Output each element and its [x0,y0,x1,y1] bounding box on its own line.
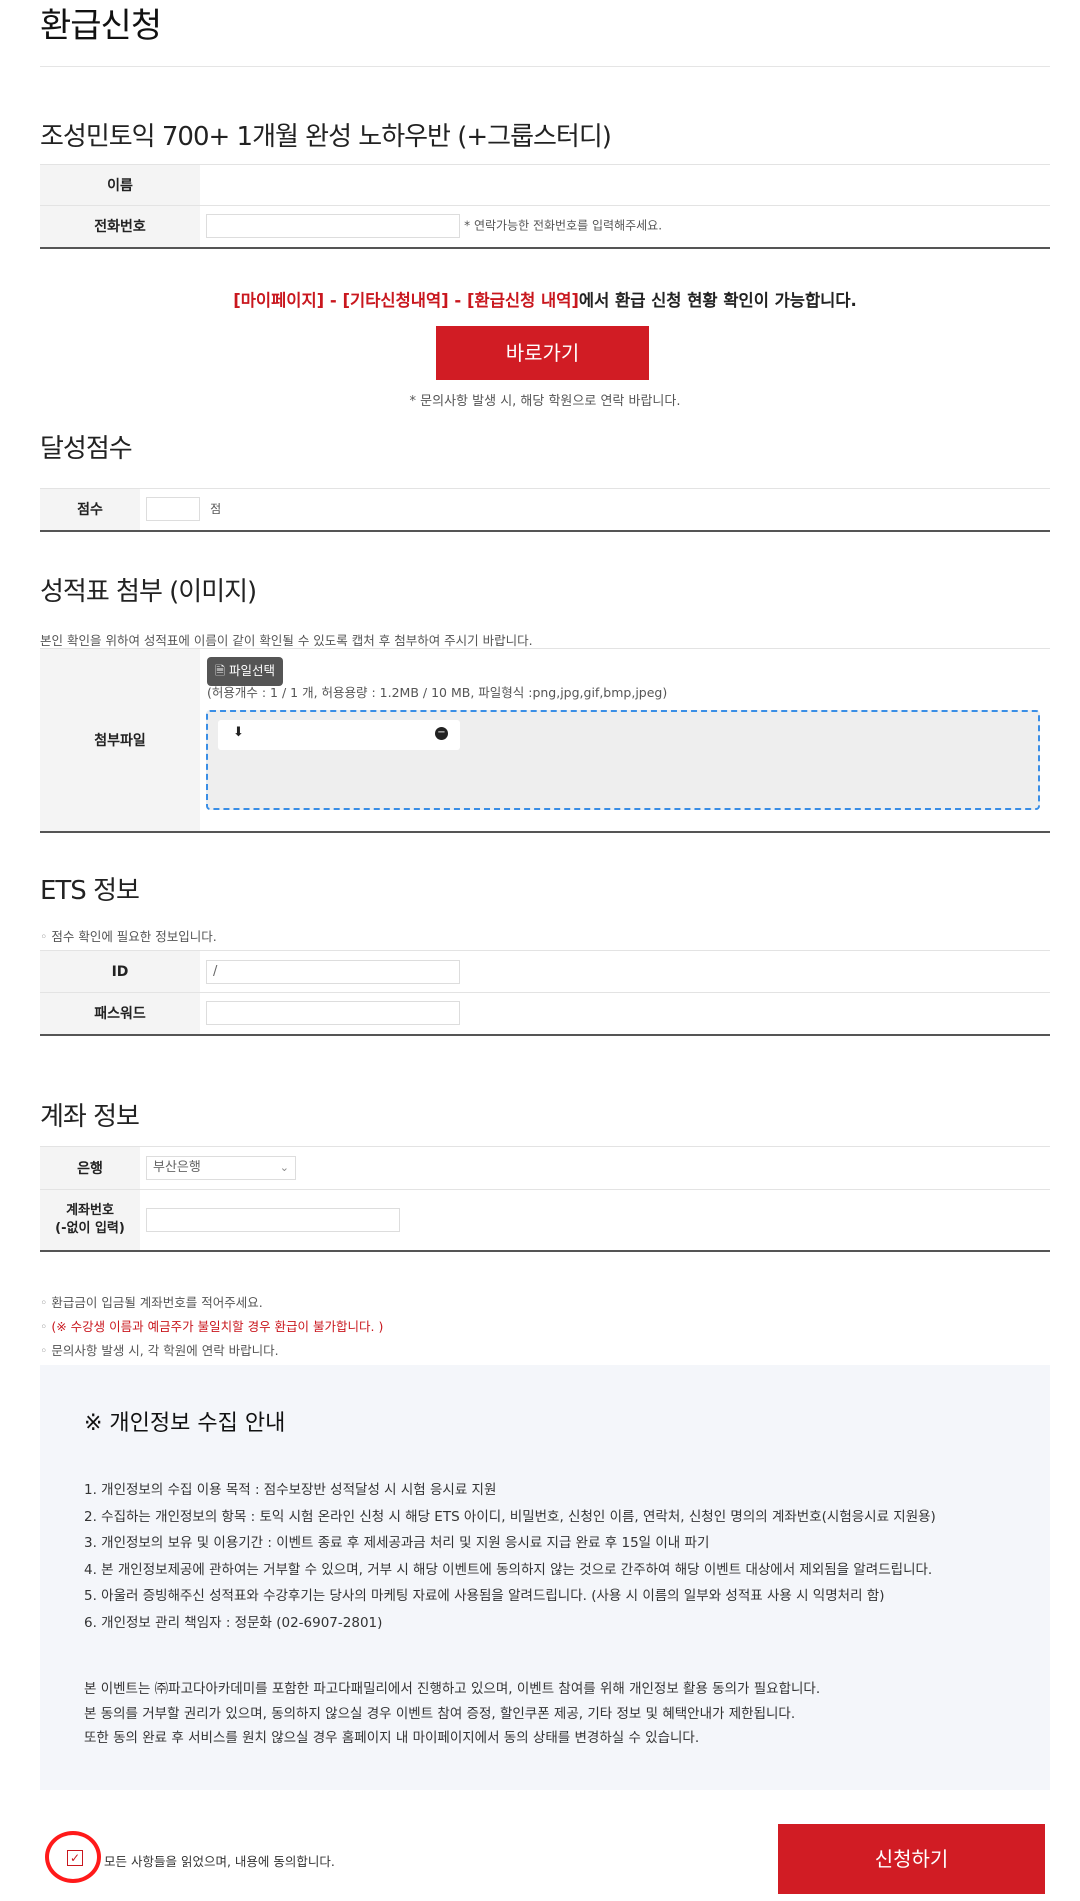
privacy-box: ※ 개인정보 수집 안내 1. 개인정보의 수집 이용 목적 : 점수보장반 성… [40,1365,1050,1790]
agree-checkbox[interactable]: ✓ [67,1850,83,1866]
privacy-list: 1. 개인정보의 수집 이용 목적 : 점수보장반 성적달성 시 시험 응시료 … [84,1477,936,1636]
submit-button[interactable]: 신청하기 [778,1824,1045,1894]
file-select-label: 파일선택 [229,663,276,678]
ets-heading: ETS 정보 [40,876,140,906]
privacy-item: 2. 수집하는 개인정보의 항목 : 토익 시험 온라인 신청 시 해당 ETS… [84,1508,936,1525]
phone-label: 전화번호 [40,205,200,248]
privacy-item: 5. 아울러 증빙해주신 성적표와 수강후기는 당사의 마케팅 자료에 사용됨을… [84,1588,885,1604]
privacy-item: 4. 본 개인정보제공에 관하여는 거부할 수 있으며, 거부 시 해당 이벤트… [84,1561,933,1578]
account-number-label-line2: (-없이 입력) [55,1220,125,1236]
check-icon: ✓ [69,1851,81,1865]
account-number-label: 계좌번호 (-없이 입력) [40,1189,140,1251]
score-label: 점수 [40,488,140,531]
attachment-heading: 성적표 첨부 (이미지) [40,577,257,607]
attachment-label: 첨부파일 [40,648,200,832]
name-value [200,165,1050,206]
account-note-1-text: 환급금이 입금될 계좌번호를 적어주세요. [51,1295,263,1310]
ets-desc-text: 점수 확인에 필요한 정보입니다. [51,929,217,944]
refund-status-notice: [마이페이지] - [기타신청내역] - [환급신청 내역]에서 환급 신청 현… [40,287,1050,311]
course-title: 조성민토익 700+ 1개월 완성 노하우반 (+그룹스터디) [40,122,612,152]
file-icon: 🗎 [215,663,226,678]
ets-id-label: ID [40,950,200,993]
privacy-paragraph: 또한 동의 완료 후 서비스를 원치 않으실 경우 홈페이지 내 마이페이지에서… [84,1730,700,1746]
account-heading: 계좌 정보 [40,1102,140,1132]
name-label: 이름 [40,164,200,206]
account-number-input[interactable] [146,1207,400,1232]
score-input[interactable] [146,497,200,522]
ets-id-input[interactable]: / [206,959,460,984]
account-note-2-text: (※ 수강생 이름과 예금주가 불일치할 경우 환급이 불가합니다. ) [51,1319,384,1334]
bank-selected-value: 부산은행 [153,1160,201,1175]
account-number-label-line1: 계좌번호 [66,1202,114,1218]
bank-select[interactable]: 부산은행 ⌄ [146,1156,296,1180]
privacy-item: 1. 개인정보의 수집 이용 목적 : 점수보장반 성적달성 시 시험 응시료 … [84,1482,497,1498]
ets-table: ID / 패스워드 [40,950,1050,1036]
uploaded-file-item: ⬇ − [218,720,460,750]
account-note-2: (※ 수강생 이름과 예금주가 불일치할 경우 환급이 불가합니다. ) [40,1316,383,1335]
account-note-3: 문의사항 발생 시, 각 학원에 연락 바랍니다. [40,1340,279,1359]
phone-input[interactable] [206,214,460,239]
ets-desc: 점수 확인에 필요한 정보입니다. [40,926,217,945]
attachment-desc: 본인 확인을 위하여 성적표에 이름이 같이 확인될 수 있도록 캡처 후 첨부… [40,633,533,648]
divider [40,66,1050,67]
download-icon[interactable]: ⬇ [233,725,244,740]
score-heading: 달성점수 [40,434,133,464]
ets-password-label: 패스워드 [40,992,200,1035]
mypage-path: [마이페이지] - [기타신청내역] - [환급신청 내역] [233,291,579,310]
account-table: 은행 부산은행 ⌄ 계좌번호 (-없이 입력) [40,1146,1050,1252]
page-title: 환급신청 [40,6,162,46]
privacy-paragraph: 본 동의를 거부할 권리가 있으며, 동의하지 않으실 경우 이벤트 참여 증정… [84,1705,796,1722]
privacy-item: 6. 개인정보 관리 책임자 : 정문화 (02-6907-2801) [84,1614,383,1631]
privacy-item: 3. 개인정보의 보유 및 이용기간 : 이벤트 종료 후 제세공과금 처리 및… [84,1535,710,1551]
privacy-title: ※ 개인정보 수집 안내 [84,1411,286,1436]
file-limits: (허용개수 : 1 / 1 개, 허용용량 : 1.2MB / 10 MB, 파… [207,685,668,700]
remove-file-icon[interactable]: − [435,727,448,740]
goto-button[interactable]: 바로가기 [436,326,649,380]
privacy-paragraph: 본 이벤트는 ㈜파고다아카데미를 포함한 파고다패밀리에서 진행하고 있으며, … [84,1681,821,1697]
notice-text: 에서 환급 신청 현황 확인이 가능합니다. [578,291,857,310]
bank-label: 은행 [40,1146,140,1190]
account-note-3-text: 문의사항 발생 시, 각 학원에 연락 바랍니다. [51,1343,279,1358]
applicant-table: 이름 전화번호 * 연락가능한 전화번호를 입력해주세요. [40,164,1050,249]
account-note-1: 환급금이 입금될 계좌번호를 적어주세요. [40,1292,263,1311]
chevron-down-icon: ⌄ [279,1161,289,1174]
inquiry-note: * 문의사항 발생 시, 해당 학원으로 연락 바랍니다. [409,394,681,409]
privacy-paragraphs: 본 이벤트는 ㈜파고다아카데미를 포함한 파고다패밀리에서 진행하고 있으며, … [84,1677,820,1751]
score-table: 점수 점 [40,488,1050,532]
score-unit: 점 [210,501,222,516]
phone-note: * 연락가능한 전화번호를 입력해주세요. [464,218,663,233]
agree-label: 모든 사항들을 읽었으며, 내용에 동의합니다. [104,1854,335,1869]
ets-password-input[interactable] [206,1001,460,1026]
